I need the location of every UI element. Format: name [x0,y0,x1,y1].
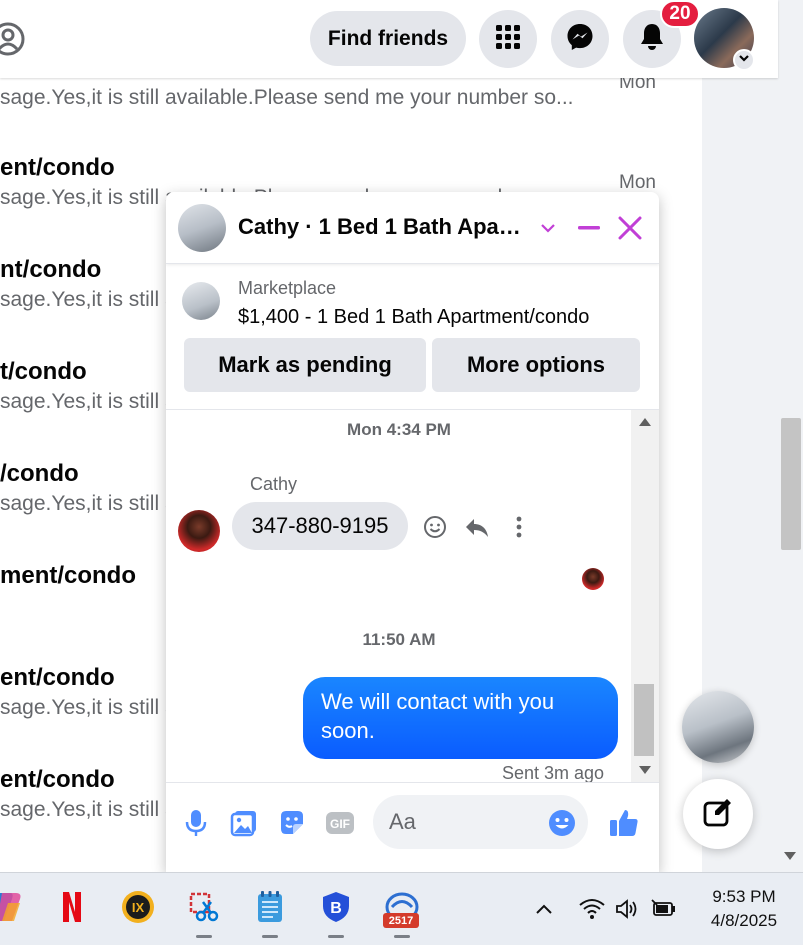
app-badge-count: 2517 [383,913,419,928]
battery-icon[interactable] [650,897,678,921]
app-running-indicator [196,935,212,938]
thread-scroll-up-arrow[interactable] [639,418,651,426]
conversation-preview: sage.Yes,it is still a [0,288,177,311]
ix-app-icon[interactable]: IX [118,887,158,927]
sent-status: Sent 3m ago [502,763,605,783]
conversation-title: ment/condo [0,562,136,589]
app-running-indicator [394,935,410,938]
svg-text:B: B [330,900,342,917]
like-icon[interactable] [608,807,640,839]
chat-head-avatar[interactable] [682,691,754,763]
account-menu-button[interactable] [733,49,755,71]
bell-icon [638,22,666,57]
menu-button[interactable] [479,10,537,68]
listing-thumbnail[interactable] [182,282,220,320]
chat-header[interactable]: Cathy · 1 Bed 1 Bath Apartment/condo [166,192,659,264]
notepad-icon[interactable] [250,887,290,927]
conversation-time: Mon [619,78,656,93]
app-running-indicator [262,935,278,938]
snipping-tool-icon[interactable] [184,887,224,927]
conversation-title: /condo [0,460,79,487]
list-item[interactable]: sage.Yes,it is still available.Please se… [0,78,700,156]
menu-grid-icon [494,23,522,56]
page-scroll-down-arrow[interactable] [784,852,796,860]
incoming-message[interactable]: 347-880-9195 [232,502,408,550]
minimize-icon[interactable] [573,212,605,244]
svg-text:GIF: GIF [330,817,350,831]
clock-time[interactable]: 9:53 PM [696,887,792,907]
message-timestamp: 11:50 AM [362,630,436,649]
page-scrollbar-thumb[interactable] [781,418,801,550]
chat-avatar[interactable] [178,204,226,252]
conversation-preview: sage.Yes,it is still a [0,798,177,821]
svg-text:IX: IX [132,900,145,915]
chevron-down-icon [738,51,750,69]
windows-taskbar: IX B 2517 9:53 PM 4/8/2025 [0,872,803,945]
chevron-down-icon[interactable] [532,212,564,244]
mic-icon[interactable] [180,807,212,839]
conversation-preview: sage.Yes,it is still a [0,390,177,413]
conversation-preview: sage.Yes,it is still a [0,696,177,719]
app-running-indicator [328,935,344,938]
messenger-button[interactable] [551,10,609,68]
notification-count-badge: 20 [660,0,700,28]
message-composer: GIF [166,782,659,872]
message-timestamp: Mon 4:34 PM [347,420,451,439]
conversation-title: nt/condo [0,256,102,283]
emoji-icon[interactable] [546,807,578,839]
messenger-icon [565,22,595,57]
conversation-title: ent/condo [0,664,115,691]
page-scrollbar[interactable] [778,0,803,872]
chevron-up-icon[interactable] [530,897,558,921]
wifi-icon[interactable] [578,897,606,921]
listing-title[interactable]: $1,400 - 1 Bed 1 Bath Apartment/condo [238,306,589,329]
clock-date[interactable]: 4/8/2025 [696,911,792,931]
conversation-preview: sage.Yes,it is still available.Please se… [0,86,574,109]
more-icon[interactable] [506,514,532,540]
outgoing-message[interactable]: We will contact with you soon. [303,677,618,759]
compose-icon [702,796,734,833]
thread-scrollbar-thumb[interactable] [634,684,654,756]
new-message-button[interactable] [683,779,753,849]
thread-scroll-down-arrow[interactable] [639,766,651,774]
conversation-title: ent/condo [0,154,115,181]
conversation-title: ent/condo [0,766,115,793]
photo-icon[interactable] [228,807,260,839]
copilot-icon[interactable] [0,887,26,927]
more-options-button[interactable]: More options [432,338,640,392]
close-icon[interactable] [614,212,646,244]
find-friends-button[interactable]: Find friends [310,11,466,66]
gif-icon[interactable]: GIF [324,807,356,839]
conversation-title: t/condo [0,358,87,385]
reply-icon[interactable] [464,514,490,540]
vpn-shield-icon[interactable]: B [316,887,356,927]
mark-as-pending-button[interactable]: Mark as pending [184,338,426,392]
chat-window: Cathy · 1 Bed 1 Bath Apartment/condo Mar… [166,192,659,872]
netflix-icon[interactable] [52,887,92,927]
seen-avatar [582,568,604,590]
sticker-icon[interactable] [276,807,308,839]
marketplace-label: Marketplace [238,278,337,298]
conversation-preview: sage.Yes,it is still a [0,492,177,515]
conversation-time: Mon [619,172,656,193]
smile-icon[interactable] [422,514,448,540]
marketplace-panel: Marketplace $1,400 - 1 Bed 1 Bath Apartm… [166,264,659,410]
sender-avatar[interactable] [178,510,220,552]
message-thread: Mon 4:34 PM Cathy 347-880-9195 11:50 AM … [166,410,659,783]
volume-icon[interactable] [614,897,642,921]
thread-scrollbar[interactable] [631,410,659,782]
chat-title[interactable]: Cathy · 1 Bed 1 Bath Apartment/condo [238,214,528,240]
people-icon[interactable] [0,21,26,57]
sender-name: Cathy [250,474,298,494]
